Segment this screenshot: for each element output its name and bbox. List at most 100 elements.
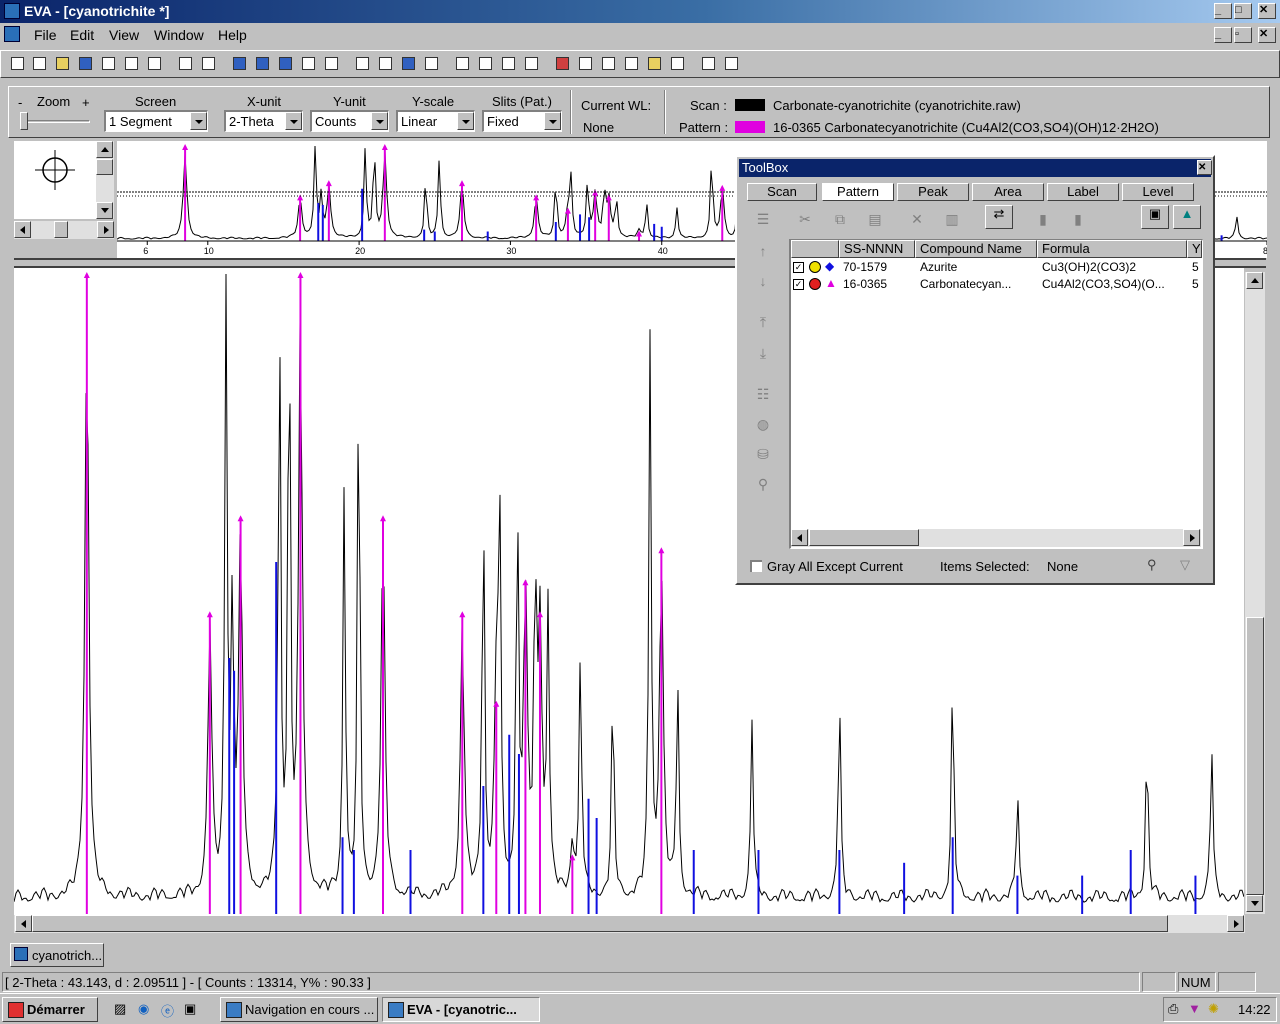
- import-icon[interactable]: [29, 53, 51, 75]
- scroll-up-arrow[interactable]: [1246, 272, 1263, 289]
- tab-scan[interactable]: Scan: [747, 183, 817, 201]
- task-navigation[interactable]: Navigation en cours ...: [220, 997, 378, 1022]
- close-button[interactable]: ✕: [1258, 3, 1276, 19]
- doc-restore-button[interactable]: ▫: [1234, 27, 1252, 43]
- ie-icon[interactable]: ⓔ: [161, 1001, 174, 1020]
- menu-edit[interactable]: Edit: [70, 27, 94, 43]
- minimize-button[interactable]: _: [1214, 3, 1232, 19]
- cube-icon[interactable]: [521, 53, 543, 75]
- paste-special-icon[interactable]: ▥: [944, 211, 960, 227]
- scroll-down-arrow[interactable]: [96, 202, 113, 219]
- zoom-area-icon[interactable]: [375, 53, 397, 75]
- info-icon[interactable]: [721, 53, 743, 75]
- tray-printer-icon[interactable]: ⎙: [1168, 1001, 1178, 1017]
- preview-icon[interactable]: [121, 53, 143, 75]
- navigator-pane[interactable]: [14, 141, 96, 219]
- scroll-thumb[interactable]: [32, 915, 1168, 932]
- menu-help[interactable]: Help: [218, 27, 247, 43]
- scroll-left-arrow[interactable]: [14, 221, 31, 238]
- cut-icon[interactable]: ✂: [797, 211, 813, 227]
- fit-icon[interactable]: [621, 53, 643, 75]
- tile-icon[interactable]: [229, 53, 251, 75]
- document-tab[interactable]: cyanotrich...: [10, 943, 104, 967]
- display-icon[interactable]: ▣: [1141, 205, 1169, 229]
- properties-icon[interactable]: ☷: [755, 386, 771, 402]
- split-horizontal-icon[interactable]: [298, 53, 320, 75]
- toolbox-close-button[interactable]: ✕: [1197, 160, 1212, 175]
- arrange-icon[interactable]: [275, 53, 297, 75]
- tab-area[interactable]: Area: [972, 183, 1044, 201]
- channels-icon[interactable]: ▣: [184, 1001, 196, 1017]
- bring-front-icon[interactable]: ▮: [1035, 211, 1051, 227]
- scroll-thumb[interactable]: [54, 221, 68, 238]
- scroll-thumb[interactable]: [96, 159, 113, 175]
- desktop-icon[interactable]: ▨: [114, 1001, 126, 1017]
- copy-icon[interactable]: ⧉: [832, 211, 848, 227]
- navigator-hscroll[interactable]: [14, 221, 114, 239]
- start-button[interactable]: Démarrer: [2, 997, 98, 1022]
- toolbox-title-bar[interactable]: ToolBox ✕: [739, 159, 1212, 177]
- compare-icon[interactable]: [552, 53, 574, 75]
- navigator-vscroll[interactable]: [96, 141, 114, 219]
- scroll-left-arrow[interactable]: [15, 915, 32, 932]
- move-top-icon[interactable]: ⤒: [755, 314, 771, 330]
- doc-icon[interactable]: [4, 26, 20, 42]
- save-icon[interactable]: [75, 53, 97, 75]
- help-cursor-icon[interactable]: [352, 53, 374, 75]
- yunit-select[interactable]: Counts: [310, 110, 389, 132]
- cursor-icon[interactable]: [575, 53, 597, 75]
- task-eva[interactable]: EVA - [cyanotric...: [382, 997, 540, 1022]
- search-match-icon[interactable]: [398, 53, 420, 75]
- column-check[interactable]: [791, 240, 839, 258]
- strip-icon[interactable]: [498, 53, 520, 75]
- yscale-select[interactable]: Linear: [396, 110, 475, 132]
- delete-icon[interactable]: ✕: [909, 211, 925, 227]
- undo-icon[interactable]: [175, 53, 197, 75]
- tab-level[interactable]: Level: [1122, 183, 1194, 201]
- move-bottom-icon[interactable]: ⤓: [755, 345, 771, 361]
- list-icon[interactable]: ☰: [755, 211, 771, 227]
- line-icon[interactable]: [667, 53, 689, 75]
- cascade-icon[interactable]: [252, 53, 274, 75]
- app-icon[interactable]: [4, 3, 20, 19]
- send-back-icon[interactable]: ▮: [1070, 211, 1086, 227]
- maximize-button[interactable]: □: [1234, 3, 1252, 19]
- chart-hscroll[interactable]: [14, 915, 1245, 933]
- menu-view[interactable]: View: [109, 27, 139, 43]
- open-icon[interactable]: [52, 53, 74, 75]
- outlook-icon[interactable]: ◉: [138, 1001, 149, 1017]
- scroll-thumb[interactable]: [809, 529, 919, 546]
- move-up-icon[interactable]: ↑: [755, 243, 771, 259]
- tray-network-icon[interactable]: ▼: [1188, 1001, 1201, 1016]
- tab-peak[interactable]: Peak: [897, 183, 969, 201]
- column-id[interactable]: SS-NNNN: [839, 240, 915, 258]
- globe-icon[interactable]: ◍: [755, 416, 771, 432]
- new-icon[interactable]: [7, 53, 29, 75]
- doc-minimize-button[interactable]: _: [1214, 27, 1232, 43]
- column-y[interactable]: Y: [1187, 240, 1202, 258]
- paste-icon[interactable]: ▤: [867, 211, 883, 227]
- tree-icon[interactable]: [698, 53, 720, 75]
- column-name[interactable]: Compound Name: [915, 240, 1037, 258]
- scroll-right-arrow[interactable]: [1183, 529, 1200, 546]
- tab-label[interactable]: Label: [1047, 183, 1119, 201]
- scroll-down-arrow[interactable]: [1246, 895, 1263, 912]
- tab-pattern[interactable]: Pattern: [822, 183, 894, 201]
- xunit-select[interactable]: 2-Theta: [224, 110, 303, 132]
- move-down-icon[interactable]: ↓: [755, 273, 771, 289]
- swap-icon[interactable]: ⇄: [985, 205, 1013, 229]
- peak-search-icon[interactable]: [421, 53, 443, 75]
- collapse-icon[interactable]: ▽: [1180, 557, 1190, 573]
- slits-select[interactable]: Fixed: [482, 110, 562, 132]
- smooth-icon[interactable]: [475, 53, 497, 75]
- target-icon[interactable]: [598, 53, 620, 75]
- doc-close-button[interactable]: ✕: [1258, 27, 1276, 43]
- background-icon[interactable]: [452, 53, 474, 75]
- scroll-right-arrow[interactable]: [1227, 915, 1244, 932]
- row-checkbox[interactable]: ✓: [793, 262, 804, 273]
- scroll-up-arrow[interactable]: [96, 141, 113, 158]
- menu-window[interactable]: Window: [154, 27, 204, 43]
- row-checkbox[interactable]: ✓: [793, 279, 804, 290]
- redo-icon[interactable]: [198, 53, 220, 75]
- column-formula[interactable]: Formula: [1037, 240, 1187, 258]
